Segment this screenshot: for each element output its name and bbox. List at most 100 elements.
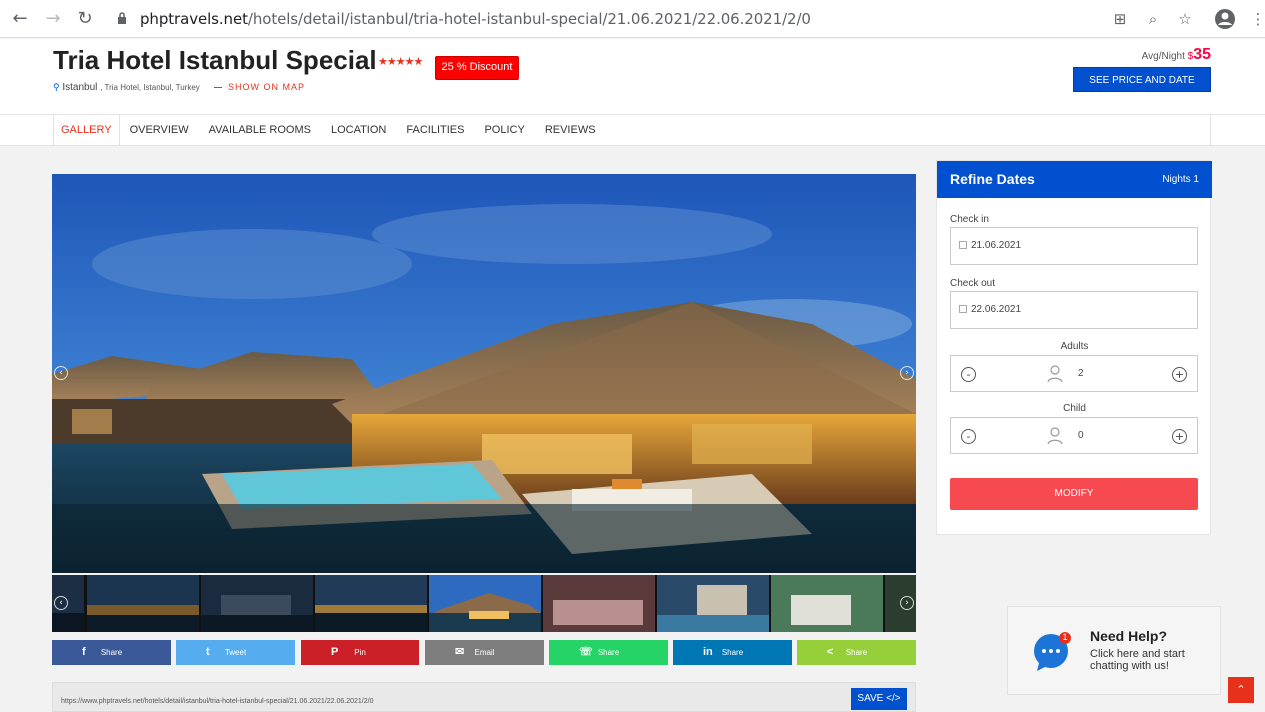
lock-icon bbox=[118, 12, 126, 24]
resort-photo bbox=[52, 174, 916, 573]
thumbnail[interactable] bbox=[201, 575, 313, 632]
adults-minus-button[interactable]: - bbox=[961, 367, 976, 382]
nights-count: Nights 1 bbox=[1162, 174, 1199, 185]
hotel-city: Istanbul bbox=[62, 82, 98, 93]
checkin-label: Check in bbox=[950, 214, 989, 225]
map-pin-icon: ⚲ bbox=[53, 82, 60, 92]
tab-policy[interactable]: POLICY bbox=[474, 115, 534, 145]
share-label: Share bbox=[845, 648, 868, 657]
tab-available-rooms[interactable]: AVAILABLE ROOMS bbox=[199, 115, 321, 145]
whatsapp-icon: ☏ bbox=[579, 646, 593, 658]
checkin-field[interactable]: 21.06.2021 bbox=[950, 227, 1198, 265]
gallery-main-image[interactable]: ‹ › bbox=[52, 174, 916, 573]
gallery-prev-icon[interactable]: ‹ bbox=[54, 366, 68, 380]
person-icon bbox=[1047, 365, 1063, 383]
thumbnail[interactable] bbox=[87, 575, 199, 632]
checkout-label: Check out bbox=[950, 278, 996, 289]
avg-night-label: Avg/Night bbox=[1141, 51, 1185, 62]
person-icon bbox=[1047, 427, 1063, 445]
hotel-location: ⚲ Istanbul , Tria Hotel, Istanbul, Turke… bbox=[53, 82, 200, 93]
help-subtitle: Click here and start chatting with us! bbox=[1090, 648, 1185, 672]
thumbnail[interactable] bbox=[543, 575, 655, 632]
share-label: Email bbox=[474, 648, 495, 657]
share-twitter-button[interactable]: t Tweet bbox=[176, 640, 295, 665]
thumbnail-active[interactable] bbox=[429, 575, 541, 632]
child-minus-button[interactable]: - bbox=[961, 429, 976, 444]
linkedin-icon: in bbox=[703, 646, 713, 658]
pinterest-icon: P bbox=[331, 646, 339, 658]
calendar-icon bbox=[959, 305, 967, 313]
hotel-address: , Tria Hotel, Istanbul, Turkey bbox=[100, 83, 200, 92]
adults-label: Adults bbox=[1060, 341, 1089, 352]
code-icon: </> bbox=[886, 693, 901, 704]
price-value: 35 bbox=[1193, 46, 1211, 63]
save-button[interactable]: SAVE </> bbox=[851, 688, 907, 710]
adults-value[interactable]: 2 bbox=[1078, 368, 1084, 379]
adults-plus-button[interactable]: + bbox=[1172, 367, 1187, 382]
thumbnails-next-icon[interactable]: › bbox=[900, 596, 914, 610]
detail-tabs: GALLERY OVERVIEW AVAILABLE ROOMS LOCATIO… bbox=[0, 114, 1265, 146]
back-to-top-icon[interactable]: ⌃ bbox=[1228, 677, 1254, 703]
back-icon[interactable]: ← bbox=[10, 9, 30, 29]
tab-facilities[interactable]: FACILITIES bbox=[396, 115, 474, 145]
share-linkedin-button[interactable]: in Share bbox=[673, 640, 792, 665]
tab-reviews[interactable]: REVIEWS bbox=[535, 115, 606, 145]
calendar-icon bbox=[959, 241, 967, 249]
bookmark-star-icon[interactable]: ☆ bbox=[1175, 9, 1195, 29]
share-url-bar: https://www.phptravels.net/hotels/detail… bbox=[52, 682, 916, 712]
tab-location[interactable]: LOCATION bbox=[321, 115, 396, 145]
email-icon: ✉ bbox=[455, 646, 465, 658]
refine-title: Refine Dates bbox=[950, 171, 1035, 187]
save-label: SAVE bbox=[857, 693, 884, 704]
menu-kebab-icon[interactable]: ⋮ bbox=[1248, 9, 1265, 29]
share-generic-button[interactable]: < Share bbox=[797, 640, 916, 665]
refine-header: Refine Dates Nights 1 bbox=[937, 161, 1212, 198]
thumbnail[interactable] bbox=[315, 575, 427, 632]
child-stepper: - 0 + bbox=[950, 417, 1198, 454]
show-on-map-link[interactable]: SHOW ON MAP bbox=[214, 82, 305, 92]
share-email-button[interactable]: ✉ Email bbox=[425, 640, 544, 665]
translate-icon[interactable]: ⊞ bbox=[1110, 9, 1130, 29]
twitter-icon: t bbox=[206, 646, 210, 658]
checkin-value: 21.06.2021 bbox=[971, 240, 1022, 251]
thumbnail[interactable] bbox=[657, 575, 769, 632]
help-title: Need Help? bbox=[1090, 628, 1168, 644]
checkout-field[interactable]: 22.06.2021 bbox=[950, 291, 1198, 329]
tab-gallery[interactable]: GALLERY bbox=[53, 115, 120, 145]
adults-stepper: - 2 + bbox=[950, 355, 1198, 392]
share-label: Share bbox=[721, 648, 744, 657]
url-path: /hotels/detail/istanbul/tria-hotel-istan… bbox=[247, 10, 811, 28]
reload-icon[interactable]: ↻ bbox=[75, 9, 95, 29]
forward-icon[interactable]: → bbox=[43, 9, 63, 29]
share-icon: < bbox=[827, 646, 834, 658]
discount-badge: 25 % Discount bbox=[435, 56, 519, 80]
zoom-icon[interactable]: ⌕ bbox=[1143, 9, 1163, 29]
chat-badge: 1 bbox=[1062, 632, 1068, 642]
share-url-text[interactable]: https://www.phptravels.net/hotels/detail… bbox=[61, 698, 373, 705]
share-label: Share bbox=[100, 648, 123, 657]
thumbnails-prev-icon[interactable]: ‹ bbox=[54, 596, 68, 610]
hotel-title: Tria Hotel Istanbul Special bbox=[53, 45, 377, 75]
child-label: Child bbox=[1063, 403, 1086, 414]
url-host: phptravels.net bbox=[140, 10, 248, 28]
address-bar[interactable]: phptravels.net/hotels/detail/istanbul/tr… bbox=[140, 9, 811, 29]
profile-avatar-icon[interactable] bbox=[1214, 8, 1236, 30]
chat-bubble-icon bbox=[1034, 632, 1071, 671]
share-pinterest-button[interactable]: P Pin bbox=[301, 640, 419, 665]
share-label: Share bbox=[597, 648, 620, 657]
child-value[interactable]: 0 bbox=[1078, 430, 1084, 441]
browser-toolbar: ← → ↻ phptravels.net/hotels/detail/istan… bbox=[0, 0, 1265, 38]
modify-button[interactable]: MODIFY bbox=[950, 478, 1198, 510]
checkout-value: 22.06.2021 bbox=[971, 304, 1022, 315]
tab-overview[interactable]: OVERVIEW bbox=[120, 115, 199, 145]
share-whatsapp-button[interactable]: ☏ Share bbox=[549, 640, 668, 665]
thumbnail[interactable] bbox=[771, 575, 883, 632]
share-label: Tweet bbox=[224, 648, 247, 657]
need-help-chat-widget[interactable]: 1 Need Help? Click here and start chatti… bbox=[1007, 606, 1221, 695]
see-price-and-date-button[interactable]: SEE PRICE AND DATE bbox=[1073, 67, 1211, 92]
hotel-header: Tria Hotel Istanbul Special ★★★★★ 25 % D… bbox=[0, 39, 1265, 114]
child-plus-button[interactable]: + bbox=[1172, 429, 1187, 444]
gallery-next-icon[interactable]: › bbox=[900, 366, 914, 380]
avg-night-price: Avg/Night $35 bbox=[1142, 46, 1211, 64]
share-facebook-button[interactable]: f Share bbox=[52, 640, 171, 665]
